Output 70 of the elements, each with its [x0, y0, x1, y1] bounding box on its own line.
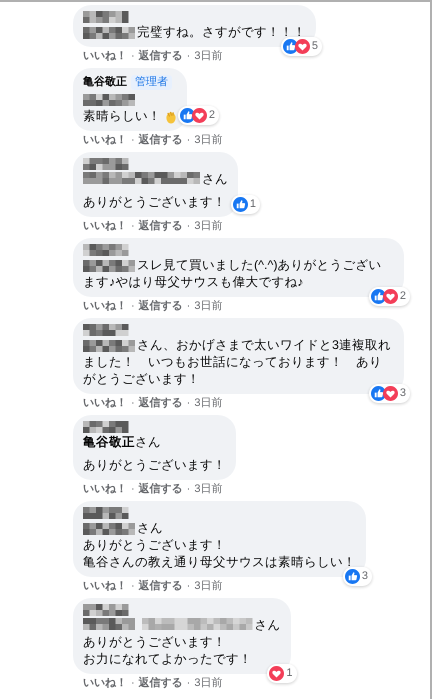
pixelated-mosaic — [83, 11, 128, 23]
like-link[interactable]: いいね！ — [83, 482, 127, 496]
reaction-count: 3 — [362, 569, 368, 584]
reaction-count: 2 — [208, 108, 215, 123]
separator-dot: · — [186, 482, 190, 496]
like-link[interactable]: いいね！ — [83, 676, 127, 690]
like-link[interactable]: いいね！ — [83, 133, 127, 147]
reply-link[interactable]: 返信する — [138, 482, 183, 496]
like-link[interactable]: いいね！ — [83, 299, 127, 313]
pixelated-mosaic — [83, 324, 128, 336]
separator-dot: · — [131, 219, 135, 233]
comment-text: ありがとうございます！ — [83, 457, 226, 474]
separator-dot: · — [186, 676, 190, 690]
separator-dot: · — [186, 299, 190, 313]
reply-link[interactable]: 返信する — [138, 676, 183, 690]
timestamp: 3日前 — [194, 482, 222, 496]
separator-dot: · — [131, 579, 135, 593]
timestamp: 3日前 — [194, 676, 222, 690]
like-link[interactable]: いいね！ — [83, 219, 127, 233]
reply-link[interactable]: 返信する — [138, 219, 183, 233]
reaction-count: 1 — [250, 197, 256, 212]
comment-text: 素晴らしい！ — [83, 109, 161, 123]
timestamp: 3日前 — [194, 299, 222, 313]
pixelated-mosaic — [83, 421, 128, 433]
like-link[interactable]: いいね！ — [83, 396, 127, 410]
reaction-count: 3 — [400, 386, 406, 401]
separator-dot: · — [131, 133, 135, 147]
pixelated-mosaic — [83, 618, 135, 630]
timestamp: 3日前 — [194, 396, 222, 410]
separator-dot: · — [131, 299, 135, 313]
separator-dot: · — [131, 676, 135, 690]
pixelated-mosaic — [83, 94, 135, 106]
comment-text: ありがとうございます！ — [83, 537, 227, 554]
reply-link[interactable]: 返信する — [138, 396, 183, 410]
reply-link[interactable]: 返信する — [138, 133, 183, 147]
reply-link[interactable]: 返信する — [138, 299, 183, 313]
pixelated-mosaic — [83, 604, 128, 616]
separator-dot: · — [131, 396, 135, 410]
timestamp: 3日前 — [194, 49, 222, 63]
comment-text: 亀谷さんの教え通り母父サウスは素晴らしい！ — [83, 554, 356, 571]
like-link[interactable]: いいね！ — [83, 49, 127, 63]
comment-text: さん — [135, 435, 161, 449]
timestamp: 3日前 — [194, 579, 222, 593]
separator-dot: · — [186, 396, 190, 410]
pixelated-mosaic — [83, 507, 128, 519]
timestamp: 3日前 — [194, 219, 222, 233]
separator-dot: · — [131, 482, 135, 496]
comment-text: さん — [254, 618, 280, 632]
separator-dot: · — [186, 219, 190, 233]
reply-link[interactable]: 返信する — [138, 579, 183, 593]
reaction-count: 5 — [312, 39, 318, 54]
comment-text: さん — [202, 172, 228, 186]
clapping-hands-icon — [165, 110, 177, 124]
separator-dot: · — [186, 579, 190, 593]
comment-text: ありがとうございます！ — [83, 194, 227, 211]
reaction-count: 2 — [400, 289, 406, 304]
timestamp: 3日前 — [194, 133, 222, 147]
mention-name: 亀谷敬正 — [83, 435, 135, 449]
comment-text: ありがとうございます！ — [83, 634, 227, 651]
reply-link[interactable]: 返信する — [138, 49, 183, 63]
pixelated-mosaic — [83, 158, 128, 170]
comment-text: お力になれてよかったです！ — [83, 651, 253, 668]
pixelated-mosaic — [83, 244, 128, 256]
author-name: 亀谷敬正 — [83, 74, 127, 90]
reaction-count: 1 — [286, 666, 292, 681]
admin-badge: 管理者 — [131, 75, 172, 90]
separator-dot: · — [186, 133, 190, 147]
like-link[interactable]: いいね！ — [83, 579, 127, 593]
separator-dot: · — [131, 49, 135, 63]
separator-dot: · — [186, 49, 190, 63]
